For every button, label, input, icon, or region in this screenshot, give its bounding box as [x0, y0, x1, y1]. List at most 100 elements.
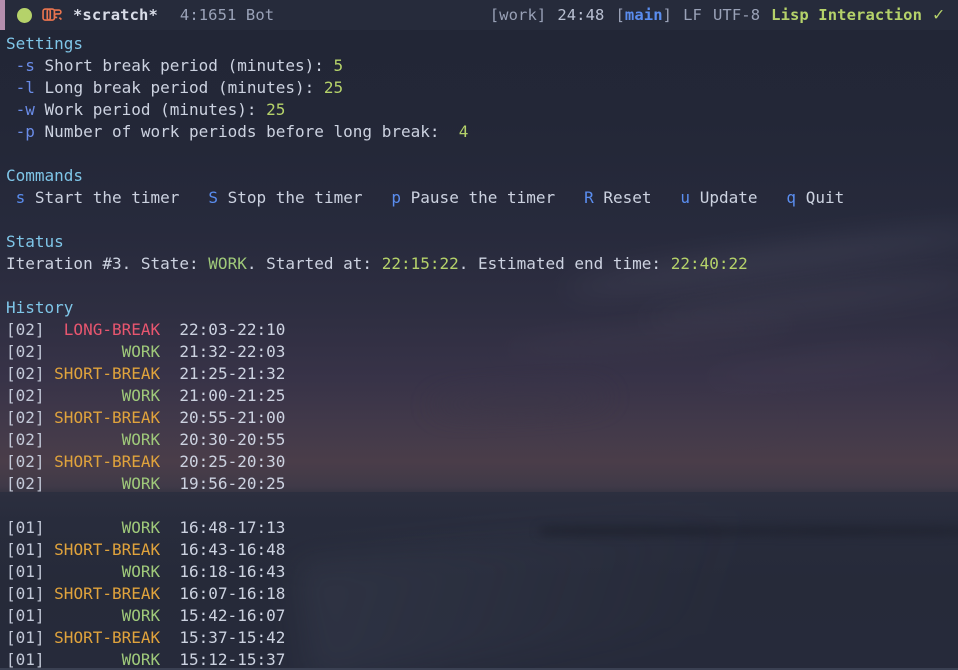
history-iteration: [02]: [6, 408, 45, 427]
pomodoro-timer[interactable]: 24:48: [557, 6, 604, 24]
buffer-content: Settings -s Short break period (minutes)…: [0, 30, 958, 670]
lisp-logo-icon: [42, 8, 62, 21]
status-estimated-end: 22:40:22: [670, 254, 748, 273]
history-heading-text: History: [6, 298, 74, 317]
commands-heading-text: Commands: [6, 166, 84, 185]
status-end-label: . Estimated end time:: [458, 254, 662, 273]
history-iteration: [01]: [6, 584, 45, 603]
status-heading: Status: [6, 231, 958, 253]
history-kind: SHORT-BREAK: [54, 540, 161, 559]
command-key-reset[interactable]: R: [584, 188, 594, 207]
command-label-start[interactable]: Start the timer: [35, 188, 180, 207]
history-kind: WORK: [121, 518, 161, 537]
status-row: Iteration #3. State: WORK. Started at: 2…: [6, 253, 958, 275]
buffer-name[interactable]: *scratch*: [73, 6, 158, 24]
commands-row: s Start the timer S Stop the timer p Pau…: [6, 187, 958, 209]
status-iteration: Iteration #3. State:: [6, 254, 199, 273]
history-time-range: 22:03-22:10: [179, 320, 286, 339]
history-iteration: [02]: [6, 342, 45, 361]
command-label-stop[interactable]: Stop the timer: [228, 188, 363, 207]
cursor-position: 4:1651 Bot: [179, 6, 275, 24]
history-row: [02] WORK 21:00-21:25: [6, 385, 958, 407]
history-row: [01] WORK 16:48-17:13: [6, 517, 958, 539]
history-iteration: [01]: [6, 540, 45, 559]
history-iteration: [02]: [6, 452, 45, 471]
history-time-range: 16:18-16:43: [179, 562, 286, 581]
setting-value[interactable]: 4: [459, 122, 469, 141]
status-state: WORK: [208, 254, 247, 273]
history-row: [02] WORK 19:56-20:25: [6, 473, 958, 495]
history-time-range: 16:07-16:18: [179, 584, 286, 603]
history-row: [02] WORK 21:32-22:03: [6, 341, 958, 363]
setting-row[interactable]: -w Work period (minutes): 25: [6, 99, 958, 121]
history-time-range: 19:56-20:25: [179, 474, 286, 493]
branch-name: main: [624, 6, 663, 24]
setting-label: Work period (minutes):: [44, 100, 257, 119]
history-row: [01] WORK 15:12-15:37: [6, 649, 958, 670]
history-iteration: [02]: [6, 364, 45, 383]
history-kind: WORK: [121, 562, 161, 581]
command-label-reset[interactable]: Reset: [603, 188, 651, 207]
history-iteration: [01]: [6, 650, 45, 669]
history-row: [01] SHORT-BREAK 16:07-16:18: [6, 583, 958, 605]
setting-row[interactable]: -s Short break period (minutes): 5: [6, 55, 958, 77]
history-row: [02] WORK 20:30-20:55: [6, 429, 958, 451]
setting-flag: -p: [15, 122, 35, 141]
setting-flag: -w: [15, 100, 35, 119]
history-kind: SHORT-BREAK: [54, 628, 161, 647]
encoding[interactable]: UTF-8: [713, 6, 760, 24]
command-label-quit[interactable]: Quit: [806, 188, 845, 207]
history-time-range: 15:37-15:42: [179, 628, 286, 647]
major-mode[interactable]: Lisp Interaction: [771, 6, 922, 24]
settings-heading-text: Settings: [6, 34, 84, 53]
history-time-range: 21:32-22:03: [179, 342, 286, 361]
command-key-update[interactable]: u: [680, 188, 690, 207]
settings-heading: Settings: [6, 33, 958, 55]
history-heading: History: [6, 297, 958, 319]
history-iteration: [01]: [6, 628, 45, 647]
line-ending[interactable]: LF: [683, 6, 702, 24]
setting-row[interactable]: -l Long break period (minutes): 25: [6, 77, 958, 99]
history-time-range: 15:12-15:37: [179, 650, 286, 669]
command-key-pause[interactable]: p: [391, 188, 401, 207]
command-label-update[interactable]: Update: [700, 188, 758, 207]
status-started-label: . Started at:: [246, 254, 373, 273]
command-label-pause[interactable]: Pause the timer: [411, 188, 556, 207]
setting-label: Long break period (minutes):: [44, 78, 315, 97]
history-kind: WORK: [121, 342, 161, 361]
workspace-indicator[interactable]: [work]: [490, 6, 547, 24]
setting-flag: -l: [15, 78, 35, 97]
command-key-start[interactable]: s: [16, 188, 26, 207]
command-key-stop[interactable]: S: [208, 188, 218, 207]
modeline: *scratch* 4:1651 Bot [work] 24:48 [main]…: [0, 0, 958, 30]
setting-value[interactable]: 25: [324, 78, 343, 97]
status-started-at: 22:15:22: [381, 254, 459, 273]
history-kind: WORK: [121, 474, 161, 493]
status-heading-text: Status: [6, 232, 64, 251]
setting-value[interactable]: 25: [266, 100, 285, 119]
branch-bracket-close: ]: [662, 6, 673, 24]
history-iteration: [02]: [6, 474, 45, 493]
setting-value[interactable]: 5: [334, 56, 344, 75]
history-row: [01] SHORT-BREAK 15:37-15:42: [6, 627, 958, 649]
setting-flag: -s: [15, 56, 35, 75]
history-iteration: [01]: [6, 562, 45, 581]
history-time-range: 16:48-17:13: [179, 518, 286, 537]
setting-row[interactable]: -p Number of work periods before long br…: [6, 121, 958, 143]
history-row: [01] SHORT-BREAK 16:43-16:48: [6, 539, 958, 561]
history-iteration: [02]: [6, 386, 45, 405]
vcs-branch[interactable]: [main]: [615, 6, 672, 24]
history-iteration: [01]: [6, 518, 45, 537]
history-time-range: 20:30-20:55: [179, 430, 286, 449]
history-time-range: 20:55-21:00: [179, 408, 286, 427]
history-kind: SHORT-BREAK: [54, 408, 161, 427]
history-time-range: 21:00-21:25: [179, 386, 286, 405]
history-row: [01] WORK 15:42-16:07: [6, 605, 958, 627]
command-key-quit[interactable]: q: [786, 188, 796, 207]
history-kind: SHORT-BREAK: [54, 364, 161, 383]
history-iteration: [02]: [6, 430, 45, 449]
history-row: [02] LONG-BREAK 22:03-22:10: [6, 319, 958, 341]
history-kind: WORK: [121, 606, 161, 625]
